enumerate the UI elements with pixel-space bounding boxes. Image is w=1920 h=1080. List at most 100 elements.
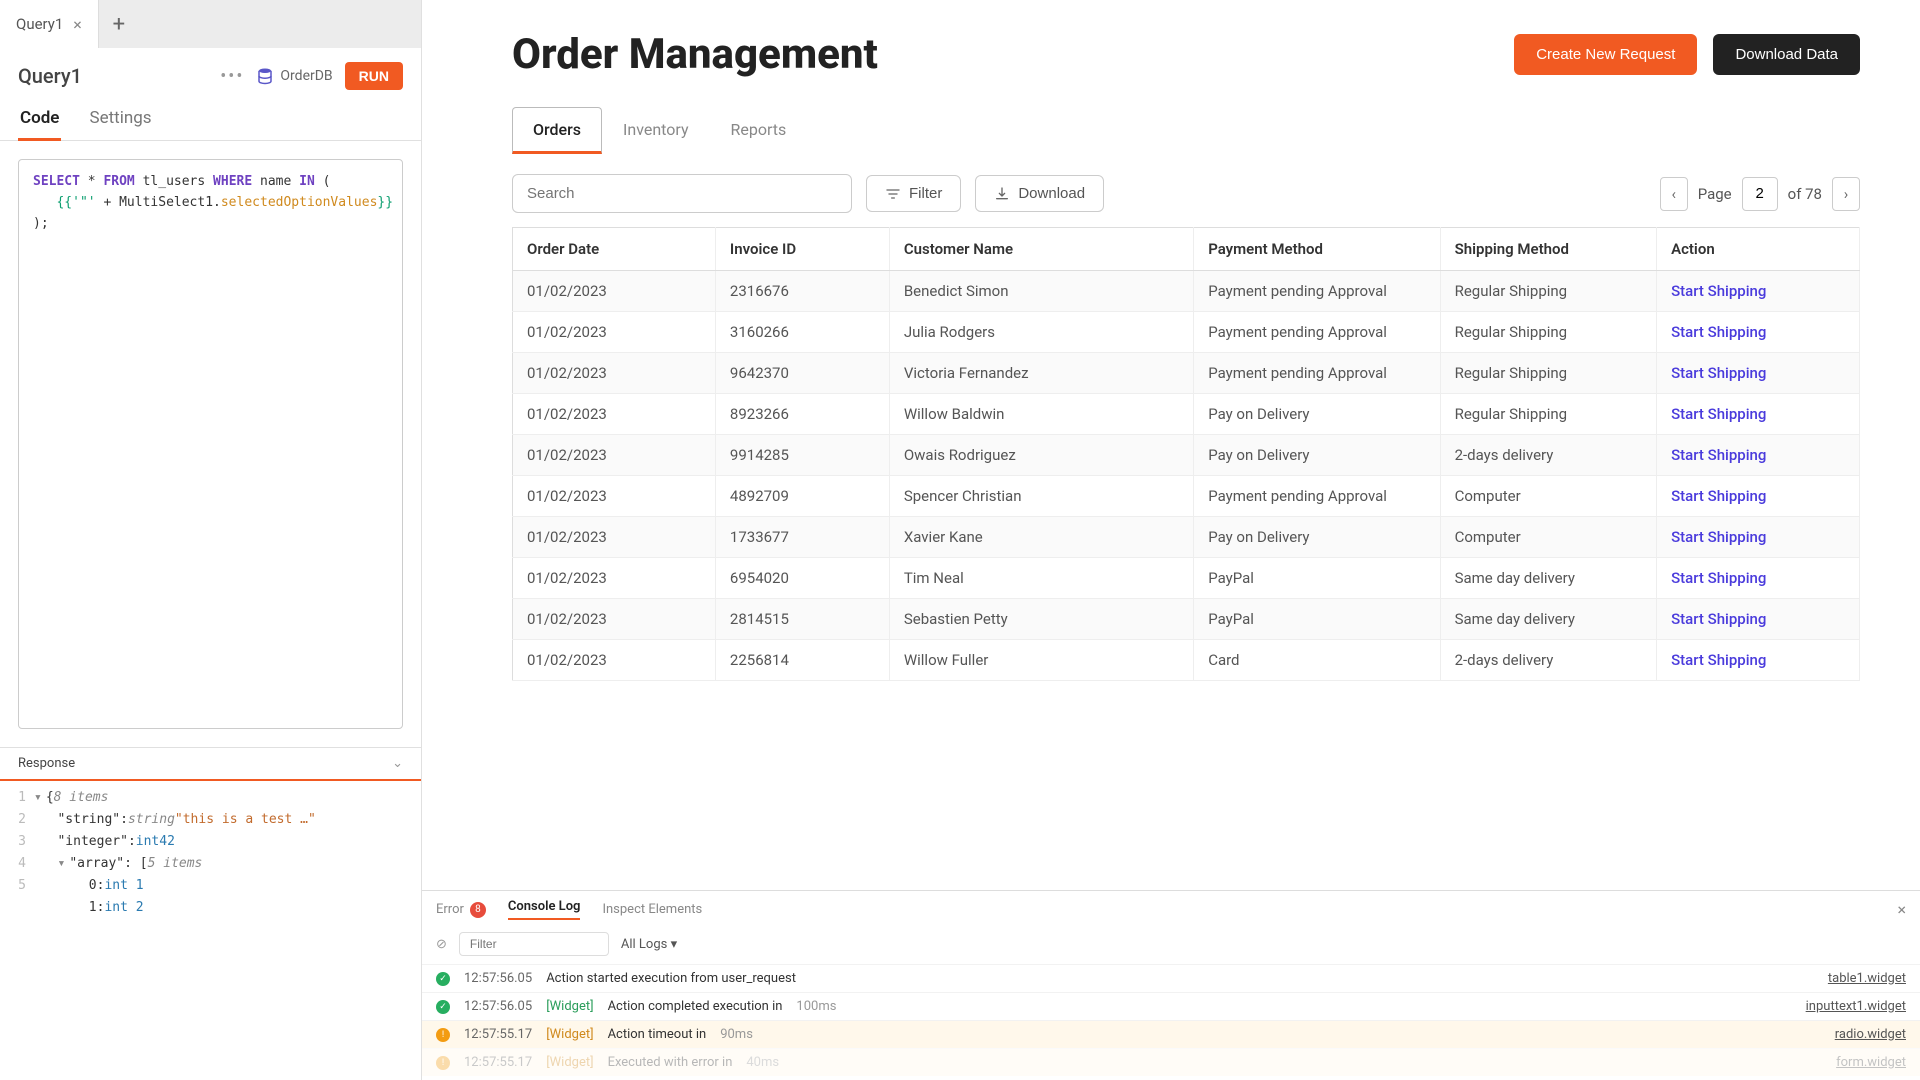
- start-shipping-link[interactable]: Start Shipping: [1671, 364, 1766, 382]
- tab-console-log[interactable]: Console Log: [508, 899, 581, 920]
- close-icon[interactable]: ×: [73, 15, 82, 34]
- tab-error[interactable]: Error 8: [436, 902, 486, 918]
- editor-tab-bar: Query1 × +: [0, 0, 421, 48]
- close-icon[interactable]: ×: [1897, 900, 1906, 919]
- col-order-date[interactable]: Order Date: [513, 228, 716, 271]
- log-tag: [Widget]: [546, 999, 593, 1014]
- cell-action: Start Shipping: [1657, 517, 1860, 558]
- tab-inspect-elements[interactable]: Inspect Elements: [602, 902, 702, 917]
- cell-action: Start Shipping: [1657, 394, 1860, 435]
- tab-settings[interactable]: Settings: [87, 98, 153, 140]
- prev-page-button[interactable]: ‹: [1660, 177, 1688, 211]
- create-request-button[interactable]: Create New Request: [1514, 34, 1697, 75]
- log-widget-link[interactable]: inputtext1.widget: [1806, 999, 1906, 1014]
- cell-date: 01/02/2023: [513, 476, 716, 517]
- col-payment-method[interactable]: Payment Method: [1194, 228, 1440, 271]
- tab-label: Query1: [16, 15, 63, 33]
- start-shipping-link[interactable]: Start Shipping: [1671, 610, 1766, 628]
- datasource-name[interactable]: OrderDB: [280, 68, 332, 84]
- log-level-dropdown[interactable]: All Logs ▾: [621, 937, 677, 952]
- cell-customer: Xavier Kane: [889, 517, 1193, 558]
- start-shipping-link[interactable]: Start Shipping: [1671, 323, 1766, 341]
- sql-editor[interactable]: SELECT * FROM tl_users WHERE name IN ( {…: [18, 159, 403, 729]
- query-tab[interactable]: Query1 ×: [0, 0, 99, 48]
- search-input[interactable]: [512, 174, 852, 213]
- log-row[interactable]: ✓12:57:56.05Action started execution fro…: [422, 964, 1920, 992]
- status-icon: ✓: [436, 1000, 450, 1014]
- status-icon: ✓: [436, 972, 450, 986]
- cell-customer: Owais Rodriguez: [889, 435, 1193, 476]
- add-tab-button[interactable]: +: [99, 12, 139, 37]
- cell-action: Start Shipping: [1657, 558, 1860, 599]
- cell-payment: Pay on Delivery: [1194, 394, 1440, 435]
- start-shipping-link[interactable]: Start Shipping: [1671, 446, 1766, 464]
- tab-inventory[interactable]: Inventory: [602, 107, 710, 154]
- console-panel: Error 8 Console Log Inspect Elements × ⊘…: [422, 890, 1920, 1080]
- cell-action: Start Shipping: [1657, 435, 1860, 476]
- start-shipping-link[interactable]: Start Shipping: [1671, 569, 1766, 587]
- cell-shipping: Computer: [1440, 517, 1656, 558]
- chevron-down-icon[interactable]: ▾: [34, 787, 42, 809]
- download-data-button[interactable]: Download Data: [1713, 34, 1860, 75]
- more-icon[interactable]: •••: [220, 66, 244, 87]
- content-tabs: Orders Inventory Reports: [512, 107, 1860, 154]
- table-row[interactable]: 01/02/20239914285Owais RodriguezPay on D…: [513, 435, 1860, 476]
- response-label: Response: [18, 756, 75, 771]
- cell-payment: Card: [1194, 640, 1440, 681]
- start-shipping-link[interactable]: Start Shipping: [1671, 487, 1766, 505]
- filter-button[interactable]: Filter: [866, 175, 961, 212]
- col-customer-name[interactable]: Customer Name: [889, 228, 1193, 271]
- cell-invoice: 2814515: [715, 599, 889, 640]
- response-header[interactable]: Response ⌄: [0, 747, 421, 781]
- chevron-down-icon[interactable]: ▾: [57, 853, 65, 875]
- log-tag: [Widget]: [546, 1027, 593, 1042]
- log-row[interactable]: !12:57:55.17[Widget]Executed with error …: [422, 1048, 1920, 1076]
- cell-customer: Benedict Simon: [889, 271, 1193, 312]
- log-time: 12:57:56.05: [464, 999, 532, 1014]
- cell-invoice: 8923266: [715, 394, 889, 435]
- table-row[interactable]: 01/02/20232256814Willow FullerCard2-days…: [513, 640, 1860, 681]
- table-row[interactable]: 01/02/20232316676Benedict SimonPayment p…: [513, 271, 1860, 312]
- page-number-input[interactable]: [1742, 177, 1778, 211]
- start-shipping-link[interactable]: Start Shipping: [1671, 282, 1766, 300]
- log-filter-input[interactable]: [459, 932, 609, 956]
- start-shipping-link[interactable]: Start Shipping: [1671, 528, 1766, 546]
- next-page-button[interactable]: ›: [1832, 177, 1860, 211]
- cell-invoice: 3160266: [715, 312, 889, 353]
- table-row[interactable]: 01/02/20238923266Willow BaldwinPay on De…: [513, 394, 1860, 435]
- log-time: 12:57:55.17: [464, 1055, 532, 1070]
- page-total: of 78: [1788, 185, 1822, 203]
- start-shipping-link[interactable]: Start Shipping: [1671, 405, 1766, 423]
- table-row[interactable]: 01/02/20239642370Victoria FernandezPayme…: [513, 353, 1860, 394]
- page-label: Page: [1698, 185, 1732, 203]
- chevron-down-icon[interactable]: ⌄: [392, 756, 403, 771]
- tab-orders[interactable]: Orders: [512, 107, 602, 154]
- status-icon: !: [436, 1056, 450, 1070]
- col-shipping-method[interactable]: Shipping Method: [1440, 228, 1656, 271]
- start-shipping-link[interactable]: Start Shipping: [1671, 651, 1766, 669]
- log-widget-link[interactable]: radio.widget: [1835, 1027, 1906, 1042]
- cell-shipping: Same day delivery: [1440, 599, 1656, 640]
- log-row[interactable]: !12:57:55.17[Widget]Action timeout in90m…: [422, 1020, 1920, 1048]
- log-tag: [Widget]: [546, 1055, 593, 1070]
- table-row[interactable]: 01/02/20233160266Julia RodgersPayment pe…: [513, 312, 1860, 353]
- cell-invoice: 1733677: [715, 517, 889, 558]
- run-button[interactable]: RUN: [345, 62, 403, 90]
- table-row[interactable]: 01/02/20236954020Tim NealPayPalSame day …: [513, 558, 1860, 599]
- col-invoice-id[interactable]: Invoice ID: [715, 228, 889, 271]
- table-row[interactable]: 01/02/20232814515Sebastien PettyPayPalSa…: [513, 599, 1860, 640]
- editor-inner-tabs: Code Settings: [0, 98, 421, 141]
- col-action[interactable]: Action: [1657, 228, 1860, 271]
- tab-code[interactable]: Code: [18, 98, 61, 141]
- log-row[interactable]: ✓12:57:56.05[Widget]Action completed exe…: [422, 992, 1920, 1020]
- cell-action: Start Shipping: [1657, 640, 1860, 681]
- table-row[interactable]: 01/02/20231733677Xavier KanePay on Deliv…: [513, 517, 1860, 558]
- cell-action: Start Shipping: [1657, 271, 1860, 312]
- download-button[interactable]: Download: [975, 175, 1104, 212]
- clear-logs-icon[interactable]: ⊘: [436, 937, 447, 952]
- cell-customer: Tim Neal: [889, 558, 1193, 599]
- log-widget-link[interactable]: table1.widget: [1828, 971, 1906, 986]
- tab-reports[interactable]: Reports: [710, 107, 808, 154]
- log-widget-link[interactable]: form.widget: [1836, 1055, 1906, 1070]
- table-row[interactable]: 01/02/20234892709Spencer ChristianPaymen…: [513, 476, 1860, 517]
